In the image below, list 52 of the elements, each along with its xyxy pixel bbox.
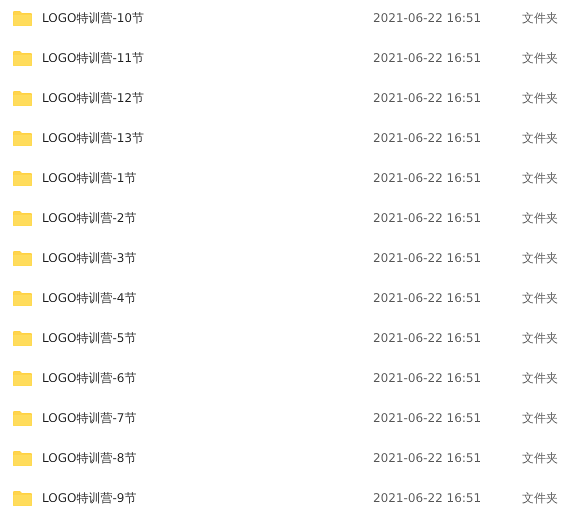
file-type: 文件夹 bbox=[522, 170, 559, 186]
file-name[interactable]: LOGO特训营-12节 bbox=[42, 90, 373, 106]
folder-icon bbox=[12, 330, 33, 346]
file-type: 文件夹 bbox=[522, 450, 559, 466]
modified-date: 2021-06-22 16:51 bbox=[373, 91, 482, 105]
folder-icon bbox=[12, 10, 33, 26]
folder-icon bbox=[12, 370, 33, 386]
modified-date: 2021-06-22 16:51 bbox=[373, 11, 482, 25]
modified-date: 2021-06-22 16:51 bbox=[373, 491, 482, 505]
modified-date: 2021-06-22 16:51 bbox=[373, 371, 482, 385]
file-type: 文件夹 bbox=[522, 250, 559, 266]
file-name[interactable]: LOGO特训营-6节 bbox=[42, 370, 373, 386]
file-name[interactable]: LOGO特训营-9节 bbox=[42, 490, 373, 506]
file-type: 文件夹 bbox=[522, 490, 559, 506]
folder-icon bbox=[12, 450, 33, 466]
file-name[interactable]: LOGO特训营-4节 bbox=[42, 290, 373, 306]
file-name[interactable]: LOGO特训营-8节 bbox=[42, 450, 373, 466]
folder-icon bbox=[12, 490, 33, 506]
file-type: 文件夹 bbox=[522, 370, 559, 386]
file-type: 文件夹 bbox=[522, 130, 559, 146]
folder-icon bbox=[12, 210, 33, 226]
modified-date: 2021-06-22 16:51 bbox=[373, 411, 482, 425]
folder-icon bbox=[12, 170, 33, 186]
modified-date: 2021-06-22 16:51 bbox=[373, 251, 482, 265]
modified-date: 2021-06-22 16:51 bbox=[373, 451, 482, 465]
file-type: 文件夹 bbox=[522, 330, 559, 346]
modified-date: 2021-06-22 16:51 bbox=[373, 51, 482, 65]
file-name[interactable]: LOGO特训营-5节 bbox=[42, 330, 373, 346]
folder-icon bbox=[12, 290, 33, 306]
file-type: 文件夹 bbox=[522, 290, 559, 306]
folder-icon bbox=[12, 50, 33, 66]
modified-date: 2021-06-22 16:51 bbox=[373, 131, 482, 145]
file-name[interactable]: LOGO特训营-7节 bbox=[42, 410, 373, 426]
file-name[interactable]: LOGO特训营-11节 bbox=[42, 50, 373, 66]
folder-icon bbox=[12, 410, 33, 426]
file-type: 文件夹 bbox=[522, 50, 559, 66]
file-type: 文件夹 bbox=[522, 90, 559, 106]
modified-date: 2021-06-22 16:51 bbox=[373, 331, 482, 345]
file-name[interactable]: LOGO特训营-13节 bbox=[42, 130, 373, 146]
folder-icon bbox=[12, 250, 33, 266]
file-type: 文件夹 bbox=[522, 410, 559, 426]
file-type: 文件夹 bbox=[522, 10, 559, 26]
file-name[interactable]: LOGO特训营-3节 bbox=[42, 250, 373, 266]
modified-date: 2021-06-22 16:51 bbox=[373, 171, 482, 185]
folder-icon bbox=[12, 90, 33, 106]
file-name[interactable]: LOGO特训营-2节 bbox=[42, 210, 373, 226]
file-type: 文件夹 bbox=[522, 210, 559, 226]
folder-icon bbox=[12, 130, 33, 146]
file-name[interactable]: LOGO特训营-10节 bbox=[42, 10, 373, 26]
modified-date: 2021-06-22 16:51 bbox=[373, 291, 482, 305]
modified-date: 2021-06-22 16:51 bbox=[373, 211, 482, 225]
file-name[interactable]: LOGO特训营-1节 bbox=[42, 170, 373, 186]
